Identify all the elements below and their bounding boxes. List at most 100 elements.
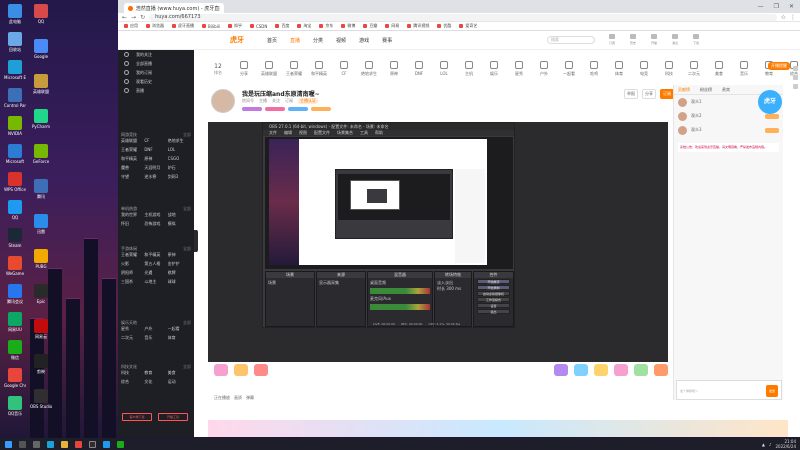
star-icon[interactable]: ☆ xyxy=(781,14,786,21)
category-item[interactable]: 二次元 xyxy=(684,61,704,77)
sidebar-game-link[interactable]: 棋牌 xyxy=(168,270,191,276)
sidebar-game-link[interactable]: CSGO xyxy=(168,156,191,162)
task-view-icon[interactable] xyxy=(33,440,40,448)
sidebar-game-link[interactable]: 和平精英 xyxy=(144,252,167,258)
minimize-button[interactable]: — xyxy=(758,3,764,10)
gift-icon[interactable] xyxy=(574,364,588,376)
category-item[interactable]: 一起看 xyxy=(559,61,579,77)
desktop-shortcut[interactable]: 剪映 xyxy=(30,354,52,374)
category-item[interactable]: CF xyxy=(334,61,354,77)
obs-menu-item[interactable]: 视图 xyxy=(299,130,307,136)
sidebar-game-link[interactable]: 户外 xyxy=(144,326,167,332)
sidebar-game-link[interactable]: 金铲铲 xyxy=(168,261,191,267)
sidebar-top-item[interactable]: 直播 xyxy=(118,86,194,95)
sidebar-game-link[interactable]: 阴阳师 xyxy=(121,270,144,276)
start-streaming-button[interactable]: 开始推流 xyxy=(477,279,510,284)
desktop-shortcut[interactable]: NVIDIA xyxy=(4,116,26,136)
sidebar-game-link[interactable]: 星秀 xyxy=(121,326,144,332)
obs-menu-item[interactable]: 场景集合 xyxy=(337,130,353,136)
desktop-shortcut[interactable]: WeGame xyxy=(4,256,26,276)
report-button[interactable]: 举报 xyxy=(624,89,638,99)
settings-button[interactable]: 设置 xyxy=(477,303,510,308)
category-item[interactable]: 体育 xyxy=(609,61,629,77)
category-item[interactable]: 星秀 xyxy=(509,61,529,77)
desktop-shortcut[interactable]: 腾讯会议 xyxy=(4,284,26,304)
sidebar-game-link[interactable]: 王者荣耀 xyxy=(121,252,144,258)
maximize-button[interactable]: ❐ xyxy=(774,3,779,10)
forward-icon[interactable]: → xyxy=(131,14,136,21)
category-item[interactable]: LOL xyxy=(434,61,454,77)
rank-widget[interactable]: 12 排名 xyxy=(209,63,227,76)
nav-esports[interactable]: 赛事 xyxy=(382,37,392,44)
obs-menu-item[interactable]: 文件 xyxy=(269,130,277,136)
bookmark-item[interactable]: 知乎 xyxy=(227,23,242,29)
clock[interactable]: 21:04 2022/6/24 xyxy=(775,439,796,449)
desktop-shortcut[interactable]: 腾讯 xyxy=(30,179,52,199)
sidebar-game-link[interactable]: 守望 xyxy=(121,174,144,180)
qq-taskbar-icon[interactable] xyxy=(103,440,110,448)
gift-icon[interactable] xyxy=(554,364,568,376)
client-download-button[interactable]: 客户端下载 xyxy=(122,413,152,421)
avatar[interactable] xyxy=(211,89,235,113)
scene-item[interactable]: 场景 xyxy=(268,280,312,286)
explorer-taskbar-icon[interactable] xyxy=(61,440,68,448)
desktop-shortcut[interactable]: Steam xyxy=(4,228,26,248)
follow-button[interactable]: 订阅 xyxy=(660,89,674,99)
gift-icon[interactable] xyxy=(614,364,628,376)
category-item[interactable]: 和平精英 xyxy=(309,61,329,77)
category-item[interactable]: 电竞 xyxy=(634,61,654,77)
tab-vip[interactable]: 贵宾 xyxy=(722,87,730,93)
rank-item[interactable]: 观众3 xyxy=(674,123,783,137)
share-button[interactable]: 分享 xyxy=(642,89,656,99)
desktop-shortcut[interactable]: 迅雷 xyxy=(30,214,52,234)
obs-menu-item[interactable]: 工具 xyxy=(360,130,368,136)
volume-icon[interactable]: ♪ xyxy=(769,442,772,447)
sidebar-game-link[interactable]: 英雄联盟 xyxy=(121,138,144,144)
desktop-shortcut[interactable]: 英雄联盟 xyxy=(30,74,52,94)
desktop-shortcut[interactable]: QQ xyxy=(4,200,26,220)
desktop-shortcut[interactable]: QQ xyxy=(30,4,52,24)
bookmark-item[interactable]: 腾讯视频 xyxy=(407,23,429,29)
reload-icon[interactable]: ↻ xyxy=(140,14,145,21)
bookmark-item[interactable]: 微博 xyxy=(341,23,355,29)
category-item[interactable]: 主机 xyxy=(459,61,479,77)
category-item[interactable]: 分享 xyxy=(234,61,254,77)
tab-fans[interactable]: 粉丝榜 xyxy=(700,87,712,93)
bookmark-item[interactable]: 应用 xyxy=(124,23,138,29)
quality-button[interactable]: 画质 xyxy=(234,395,242,401)
desktop-shortcut[interactable]: 微信 xyxy=(4,340,26,360)
desktop-shortcut[interactable]: QQ音乐 xyxy=(4,396,26,416)
sidebar-game-link[interactable]: 原神 xyxy=(144,156,167,162)
sidebar-game-link[interactable]: 炉石 xyxy=(168,165,191,171)
sidebar-game-link[interactable]: 天涯明月 xyxy=(144,165,167,171)
nav-game[interactable]: 游戏 xyxy=(359,37,369,44)
bookmark-item[interactable]: 爱奇艺 xyxy=(459,23,477,29)
chrome-taskbar-icon[interactable] xyxy=(75,440,82,448)
play-status[interactable]: 正在播放 xyxy=(214,395,230,401)
back-icon[interactable]: ← xyxy=(122,14,127,21)
sidebar-game-link[interactable]: 主机游戏 xyxy=(144,212,167,218)
sidebar-top-item[interactable]: 我的关注 xyxy=(118,50,194,59)
category-item[interactable]: 音乐 xyxy=(734,61,754,77)
desktop-shortcut[interactable]: GeForce xyxy=(30,144,52,164)
wechat-taskbar-icon[interactable] xyxy=(117,440,124,448)
broadcast-icon[interactable]: 开播 xyxy=(650,34,658,46)
bookmark-item[interactable]: 虎牙直播 xyxy=(172,23,194,29)
category-item[interactable]: 美食 xyxy=(709,61,729,77)
address-input[interactable]: huya.com/667173 xyxy=(149,13,777,21)
sidebar-top-item[interactable]: 我的订阅 xyxy=(118,68,194,77)
sidebar-game-link[interactable]: 一起看 xyxy=(168,326,191,332)
bookmark-item[interactable]: Bilibili xyxy=(202,24,220,29)
bookmark-item[interactable]: 百度 xyxy=(275,23,289,29)
chat-input[interactable]: 发个弹幕吧～ xyxy=(680,387,760,395)
live-remind-badge[interactable]: 开播提醒 xyxy=(768,62,790,70)
bookmark-item[interactable]: 淘宝 xyxy=(297,23,311,29)
desktop-shortcut[interactable]: Epic xyxy=(30,284,52,304)
huya-logo[interactable]: 虎牙 xyxy=(230,35,244,45)
sidebar-game-link[interactable]: 和平精英 xyxy=(121,156,144,162)
sidebar-top-item[interactable]: 观看历史 xyxy=(118,77,194,86)
bookmark-item[interactable]: 网易 xyxy=(385,23,399,29)
sidebar-game-link[interactable]: LOL xyxy=(168,147,191,153)
obs-menu-item[interactable]: 帮助 xyxy=(375,130,383,136)
category-item[interactable]: 户外 xyxy=(534,61,554,77)
